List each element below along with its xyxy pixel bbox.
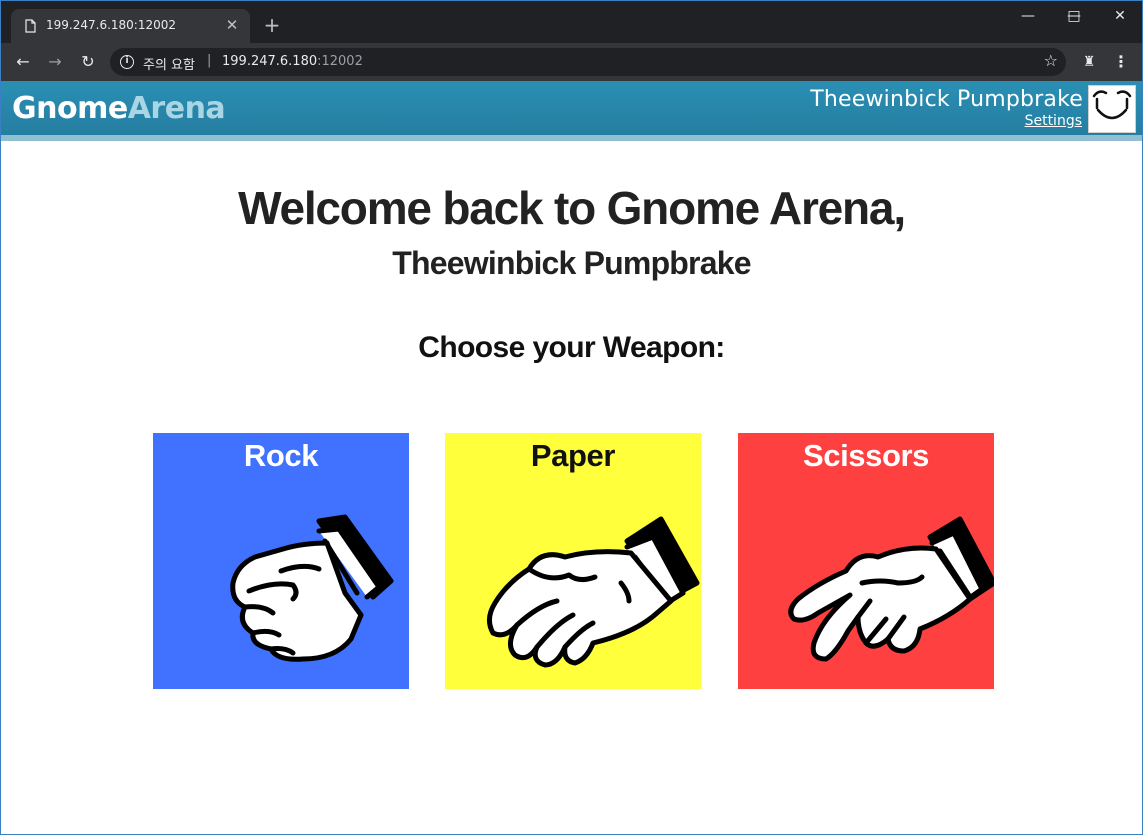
info-icon[interactable]: i [120,55,134,69]
minimize-button[interactable]: — [1005,1,1051,31]
browser-tab[interactable]: 199.247.6.180:12002 ✕ [11,9,250,43]
fist-icon [230,514,394,662]
avatar[interactable] [1088,85,1136,133]
new-tab-button[interactable]: + [260,13,284,37]
tab-strip: 199.247.6.180:12002 ✕ + — [1,1,1142,43]
brand-part2: Arena [127,91,226,126]
settings-link[interactable]: Settings [1025,113,1082,129]
close-tab-icon[interactable]: ✕ [222,15,242,35]
bookmark-star-icon[interactable]: ☆ [1044,51,1058,70]
header-user-name: Theewinbick Pumpbrake [810,87,1083,112]
brand-part1: Gnome [12,91,128,126]
extension-icon[interactable]: ♜ [1079,50,1099,74]
url-text[interactable]: 199.247.6.180:12002 [222,54,363,69]
url-host: 199.247.6.180 [222,54,318,69]
security-status[interactable]: 주의 요함 [143,54,195,73]
url-port: :12002 [317,54,363,69]
site-logo[interactable]: GnomeArena [12,91,226,126]
page-icon [25,19,36,33]
gnome-face-icon [1092,90,1132,120]
browser-menu-icon[interactable]: ⋮ [1111,50,1131,74]
choose-weapon-heading: Choose your Weapon: [418,331,725,364]
maximize-button[interactable]: □ [1051,1,1097,31]
browser-window: 199.247.6.180:12002 ✕ + — — □ ✕ ← → ↻ i … [0,0,1143,835]
close-window-button[interactable]: ✕ [1097,1,1142,31]
two-fingers-icon [788,516,994,662]
forward-button[interactable]: → [43,50,67,74]
browser-toolbar: ← → ↻ i 주의 요함 | 199.247.6.180:12002 ☆ [1,43,1142,81]
back-button[interactable]: ← [11,50,35,74]
welcome-heading: Welcome back to Gnome Arena, [238,182,906,234]
paper-weapon-button[interactable]: Paper [445,433,701,689]
open-hand-icon [487,516,700,668]
rock-weapon-button[interactable]: Rock [153,433,409,689]
separator: | [207,53,212,68]
scissors-weapon-button[interactable]: Scissors [738,433,994,689]
address-bar[interactable]: i 주의 요함 | 199.247.6.180:12002 ☆ [110,48,1066,76]
reload-button[interactable]: ↻ [76,50,100,74]
player-name-heading: Theewinbick Pumpbrake [392,245,751,281]
site-header: GnomeArena Theewinbick Pumpbrake Setting… [1,81,1142,141]
tab-title: 199.247.6.180:12002 [46,18,177,32]
